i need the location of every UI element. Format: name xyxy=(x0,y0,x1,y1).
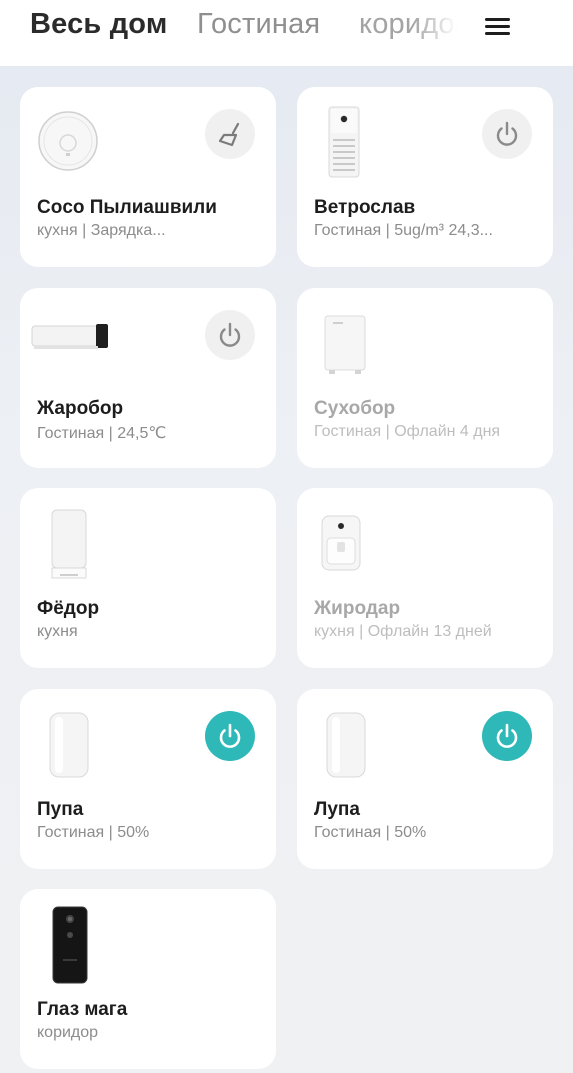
power-icon xyxy=(219,322,241,347)
device-status: Гостиная | 5ug/m³ 24,3... xyxy=(314,222,493,239)
power-icon xyxy=(496,723,518,748)
device-status: кухня xyxy=(37,623,78,640)
device-card-dehumidifier[interactable]: Сухобор Гостиная | Офлайн 4 дня xyxy=(297,288,553,468)
device-status: Гостиная | 50% xyxy=(314,824,427,841)
water-dispenser-icon xyxy=(51,509,87,579)
device-card-doorbell[interactable]: Глаз мага коридор xyxy=(20,889,276,1069)
device-card-vacuum[interactable]: Coco Пылиашвили кухня | Зарядка... xyxy=(20,87,276,267)
device-card-water-dispenser[interactable]: Фёдор кухня xyxy=(20,488,276,668)
device-card-air-fryer[interactable]: Жиродар кухня | Офлайн 13 дней xyxy=(297,488,553,668)
device-name: Фёдор xyxy=(37,598,100,619)
device-name: Coco Пылиашвили xyxy=(37,197,217,218)
power-button[interactable] xyxy=(205,711,255,761)
tab-corridor[interactable]: коридор xyxy=(359,8,457,41)
robot-vacuum-icon xyxy=(38,111,98,171)
power-icon xyxy=(219,723,241,748)
power-button[interactable] xyxy=(205,310,255,360)
clean-button[interactable] xyxy=(205,109,255,159)
device-card-heater[interactable]: Жаробор Гостиная | 24,5℃ xyxy=(20,288,276,468)
humidifier-icon xyxy=(49,712,89,778)
device-name: Ветрослав xyxy=(314,197,416,218)
top-bar: Весь дом Гостиная коридор xyxy=(0,0,573,66)
device-status: кухня | Офлайн 13 дней xyxy=(314,623,492,640)
menu-icon[interactable] xyxy=(482,14,512,40)
device-status: кухня | Зарядка... xyxy=(37,222,166,239)
device-status: Гостиная | Офлайн 4 дня xyxy=(314,423,501,440)
broom-icon xyxy=(218,122,240,147)
device-name: Глаз мага xyxy=(37,999,128,1020)
device-name: Сухобор xyxy=(314,398,396,419)
device-status: коридор xyxy=(37,1024,99,1041)
device-status: Гостиная | 50% xyxy=(37,824,150,841)
power-icon xyxy=(496,121,518,146)
device-name: Лупа xyxy=(314,799,360,820)
power-button[interactable] xyxy=(482,711,532,761)
device-name: Жаробор xyxy=(37,398,124,419)
dehumidifier-icon xyxy=(324,315,366,374)
device-name: Жиродар xyxy=(314,598,401,619)
device-card-humidifier-pupa[interactable]: Пупа Гостиная | 50% xyxy=(20,689,276,869)
air-purifier-icon xyxy=(328,106,360,178)
humidifier-icon xyxy=(326,712,366,778)
device-status: Гостиная | 24,5℃ xyxy=(37,425,167,442)
tab-whole-house[interactable]: Весь дом xyxy=(30,8,168,41)
device-card-humidifier-lupa[interactable]: Лупа Гостиная | 50% xyxy=(297,689,553,869)
device-card-air-purifier[interactable]: Ветрослав Гостиная | 5ug/m³ 24,3... xyxy=(297,87,553,267)
video-doorbell-icon xyxy=(52,906,88,984)
air-fryer-icon xyxy=(321,515,361,571)
device-name: Пупа xyxy=(37,799,84,820)
tab-living-room[interactable]: Гостиная xyxy=(197,8,320,41)
power-button[interactable] xyxy=(482,109,532,159)
heater-icon xyxy=(31,324,108,349)
